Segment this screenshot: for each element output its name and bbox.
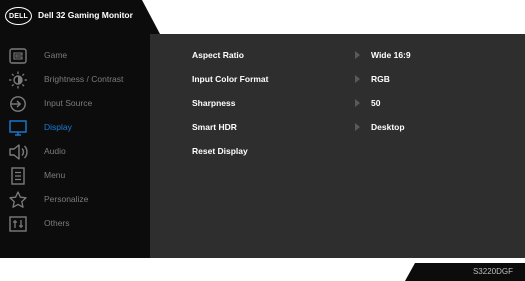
menu-label-personalize: Personalize (44, 194, 89, 204)
osd-panel: Game Brightness / Contrast Input Source … (0, 34, 525, 258)
audio-icon (8, 143, 28, 161)
monitor-title: Dell 32 Gaming Monitor (38, 10, 133, 20)
dell-logo: DELL (5, 7, 32, 25)
setting-label: Smart HDR (192, 122, 237, 132)
menu-item-others[interactable]: Others (0, 212, 150, 236)
setting-label: Sharpness (192, 98, 236, 108)
setting-label: Input Color Format (192, 74, 269, 84)
setting-reset-display[interactable]: Reset Display (150, 140, 525, 164)
brightness-icon (8, 71, 28, 89)
menu-item-personalize[interactable]: Personalize (0, 188, 150, 212)
menu-label-audio: Audio (44, 146, 66, 156)
arrow-right-icon (355, 51, 360, 59)
menu-item-display[interactable]: Display (0, 116, 150, 140)
menu-item-menu[interactable]: Menu (0, 164, 150, 188)
setting-label: Aspect Ratio (192, 50, 244, 60)
menu-item-audio[interactable]: Audio (0, 140, 150, 164)
setting-value: 50 (371, 98, 381, 108)
star-icon (8, 191, 28, 209)
model-number: S3220DGF (472, 267, 513, 276)
menu-label-brightness-contrast: Brightness / Contrast (44, 74, 124, 84)
menu-label-others: Others (44, 218, 70, 228)
setting-aspect-ratio[interactable]: Aspect Ratio Wide 16:9 (150, 44, 525, 68)
display-settings-pane: Aspect Ratio Wide 16:9 Input Color Forma… (150, 34, 525, 258)
setting-value: Desktop (371, 122, 405, 132)
arrow-right-icon (355, 75, 360, 83)
arrow-right-icon (355, 99, 360, 107)
menu-label-input-source: Input Source (44, 98, 93, 108)
game-icon (8, 47, 28, 65)
setting-value: RGB (371, 74, 390, 84)
menu-icon (8, 167, 28, 185)
menu-label-menu: Menu (44, 170, 66, 180)
setting-value: Wide 16:9 (371, 50, 411, 60)
others-icon (8, 215, 28, 233)
main-menu: Game Brightness / Contrast Input Source … (0, 34, 150, 258)
display-icon (8, 119, 28, 137)
model-tab: S3220DGF (405, 263, 525, 281)
setting-label: Reset Display (192, 146, 248, 156)
menu-item-brightness-contrast[interactable]: Brightness / Contrast (0, 68, 150, 92)
menu-label-game: Game (44, 50, 68, 60)
menu-label-display: Display (44, 122, 72, 132)
menu-item-input-source[interactable]: Input Source (0, 92, 150, 116)
input-source-icon (8, 95, 28, 113)
setting-sharpness[interactable]: Sharpness 50 (150, 92, 525, 116)
setting-input-color-format[interactable]: Input Color Format RGB (150, 68, 525, 92)
setting-smart-hdr[interactable]: Smart HDR Desktop (150, 116, 525, 140)
arrow-right-icon (355, 123, 360, 131)
menu-item-game[interactable]: Game (0, 44, 150, 68)
title-tab: DELL Dell 32 Gaming Monitor (0, 0, 160, 34)
